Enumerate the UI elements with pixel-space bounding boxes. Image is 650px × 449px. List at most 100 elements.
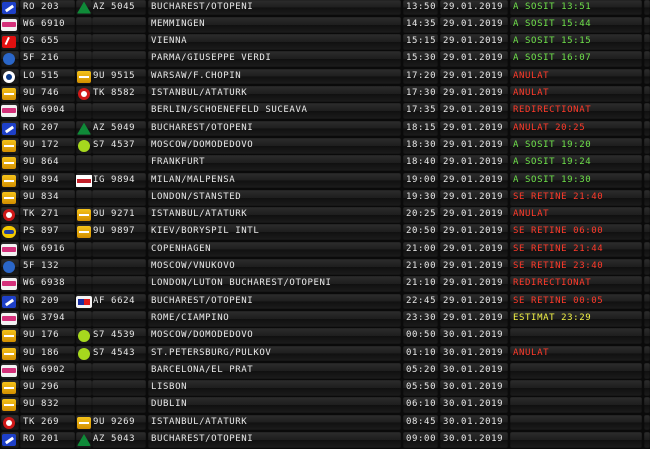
origin-city: BARCELONA/EL PRAT: [148, 362, 401, 379]
scheduled-date: 29.01.2019: [440, 310, 508, 327]
s7-logo-cell: [76, 345, 92, 362]
scheduled-time: 14:35: [403, 16, 438, 33]
flight-status: ANULAT: [510, 68, 642, 85]
row-edge: [644, 345, 650, 362]
codeshare-flight-number: 9U 9897: [92, 224, 146, 241]
airmoldova-logo: [2, 382, 16, 395]
flight-number: W6 3794: [20, 310, 75, 327]
turkish-logo: [3, 416, 15, 429]
flight-row: 9U 834 LONDON/STANSTED 19:30 29.01.2019 SE R…: [0, 189, 650, 206]
scheduled-time: 21:00: [403, 259, 438, 275]
airmoldova-logo-cell: [1, 397, 19, 414]
scheduled-date: 29.01.2019: [440, 120, 508, 137]
scheduled-time: 18:15: [403, 120, 438, 137]
flight-number: 9U 186: [20, 345, 75, 362]
scheduled-time: 20:25: [403, 207, 438, 223]
flight-number: 9U 746: [20, 86, 75, 102]
flight-number: 9U 176: [20, 328, 75, 344]
flight-row: RO 209 AF 6624 BUCHAREST/OTOPENI 22:45 29.01…: [0, 293, 650, 310]
origin-city: MILAN/MALPENSA: [148, 172, 401, 189]
turkish-logo-cell: [1, 414, 19, 431]
scheduled-date: 29.01.2019: [440, 0, 508, 16]
flight-status: A SOSIT 15:44: [510, 16, 642, 33]
flight-number: 9U 832: [20, 397, 75, 414]
scheduled-time: 22:45: [403, 293, 438, 310]
airmoldova-logo-cell: [76, 224, 92, 241]
flight-status: ANULAT: [510, 86, 642, 102]
origin-city: LONDON/STANSTED: [148, 189, 401, 206]
row-edge: [644, 328, 650, 344]
tarom-logo: [2, 1, 16, 14]
flight-row: 9U 832 DUBLIN 06:10 30.01.2019: [0, 397, 650, 414]
scheduled-date: 29.01.2019: [440, 224, 508, 241]
scheduled-time: 15:30: [403, 51, 438, 68]
scheduled-date: 29.01.2019: [440, 51, 508, 68]
scheduled-time: 01:10: [403, 345, 438, 362]
origin-city: ISTANBUL/ATATURK: [148, 414, 401, 431]
scheduled-time: 19:30: [403, 189, 438, 206]
tarom-logo: [2, 295, 16, 308]
row-edge: [644, 276, 650, 293]
row-edge: [644, 432, 650, 448]
scheduled-time: 08:45: [403, 414, 438, 431]
airfrance-logo: [76, 295, 92, 308]
airmoldova-logo-cell: [1, 380, 19, 396]
flight-row: 9U 746 TK 8582 ISTANBUL/ATATURK 17:30 29.01.…: [0, 86, 650, 103]
scheduled-date: 29.01.2019: [440, 103, 508, 120]
austrian-logo-cell: [1, 34, 19, 50]
scheduled-date: 29.01.2019: [440, 16, 508, 33]
flight-status: [510, 328, 642, 344]
flight-row: 9U 172 S7 4537 MOSCOW/DOMODEDOVO 18:30 29.01…: [0, 137, 650, 154]
scheduled-date: 29.01.2019: [440, 189, 508, 206]
codeshare-logo-cell: [76, 259, 92, 275]
airline-logo-cell: [1, 51, 19, 68]
flight-row: W6 6938 LONDON/LUTON BUCHAREST/OTOPENI 21:…: [0, 276, 650, 293]
flight-number: 5F 216: [20, 51, 75, 68]
origin-city: WARSAW/F.CHOPIN: [148, 68, 401, 85]
tarom-logo-cell: [1, 432, 19, 448]
alitalia-logo-cell: [76, 0, 92, 16]
airfrance-logo-cell: [76, 293, 92, 310]
wizzair-logo-cell: [1, 241, 19, 258]
origin-city: BUCHAREST/OTOPENI: [148, 120, 401, 137]
origin-city: ISTANBUL/ATATURK: [148, 207, 401, 223]
flight-status: SE RETINE 23:40: [510, 259, 642, 275]
scheduled-date: 30.01.2019: [440, 380, 508, 396]
codeshare-flight-number: [92, 362, 146, 379]
codeshare-flight-number: [92, 380, 146, 396]
airmoldova-logo: [2, 88, 16, 100]
scheduled-date: 29.01.2019: [440, 34, 508, 50]
scheduled-date: 29.01.2019: [440, 68, 508, 85]
scheduled-time: 17:35: [403, 103, 438, 120]
codeshare-flight-number: [92, 259, 146, 275]
flight-number: 9U 864: [20, 155, 75, 171]
codeshare-logo-cell: [76, 241, 92, 258]
flight-row: LO 515 9U 9515 WARSAW/F.CHOPIN 17:20 29.01.2…: [0, 68, 650, 85]
origin-city: COPENHAGEN: [148, 241, 401, 258]
row-edge: [644, 241, 650, 258]
scheduled-time: 18:40: [403, 155, 438, 171]
airmoldova-logo-cell: [1, 86, 19, 102]
flight-status: SE RETINE 06:00: [510, 224, 642, 241]
codeshare-flight-number: 9U 9269: [92, 414, 146, 431]
uia-logo: [2, 226, 16, 239]
scheduled-time: 06:10: [403, 397, 438, 414]
flight-number: W6 6904: [20, 103, 75, 120]
tarom-logo: [2, 434, 16, 446]
row-edge: [644, 120, 650, 137]
scheduled-time: 17:20: [403, 68, 438, 85]
flight-number: RO 203: [20, 0, 75, 16]
airline-logo: [3, 261, 15, 273]
codeshare-logo-cell: [76, 397, 92, 414]
airmoldova-logo: [2, 347, 16, 360]
flight-status: [510, 432, 642, 448]
origin-city: LONDON/LUTON BUCHAREST/OTOPENI: [148, 276, 401, 293]
flight-row: 9U 296 LISBON 05:50 30.01.2019: [0, 380, 650, 397]
airmoldova-logo: [77, 226, 91, 239]
flight-number: LO 515: [20, 68, 75, 85]
row-edge: [644, 68, 650, 85]
s7-logo: [78, 139, 90, 152]
flight-number: W6 6938: [20, 276, 75, 293]
codeshare-flight-number: AZ 5049: [92, 120, 146, 137]
wizzair-logo: [1, 312, 17, 325]
